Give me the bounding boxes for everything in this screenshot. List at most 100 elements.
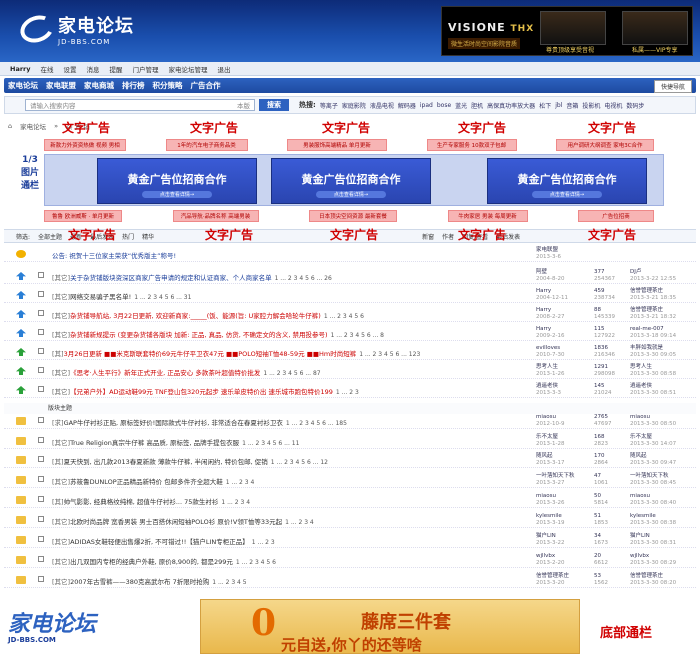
text-ad[interactable]: 文字广告 bbox=[458, 226, 506, 243]
username-link[interactable]: Harry bbox=[10, 65, 30, 73]
thread-title-text[interactable]: 出几双国内专柜的经典户外鞋, 原价8,900的, 都是299元 bbox=[70, 558, 233, 566]
thread-title-text[interactable]: ADIDAS女鞋轻便出售爆2折, 不可错过!!【猫户LIN专柜正品】 bbox=[70, 538, 249, 546]
thread-pages[interactable]: 1 ... 2 3 4 bbox=[221, 499, 250, 506]
thread-pages[interactable]: 1 ... 2 3 4 5 6 ... 11 bbox=[242, 440, 299, 447]
author-name[interactable]: 逍遥老侠 bbox=[536, 383, 558, 389]
last-post-date[interactable]: 2013-3-30 09:47 bbox=[630, 460, 676, 466]
red-ad[interactable]: 汽品导航·品牌名称 高端男装 bbox=[172, 210, 259, 222]
thread-author[interactable]: 思考人生 2013-1-26 bbox=[536, 364, 564, 378]
thread-author[interactable]: 信誉管理茶庄 2013-3-20 bbox=[536, 573, 569, 587]
thread-title-text[interactable]: 公告: 祝贺十三位家主荣获“优秀版主”称号! bbox=[52, 252, 176, 260]
thread-tag[interactable]: [其它] bbox=[52, 578, 70, 586]
thread-pages[interactable]: 1 ... 2 3 4 5 6 ... 12 bbox=[271, 459, 328, 466]
thread-pages[interactable]: 1 ... 2 3 4 5 6 bbox=[324, 313, 364, 320]
hot-keyword[interactable]: 数码步 bbox=[626, 101, 644, 110]
last-poster[interactable]: 丰胖如我就是 bbox=[630, 345, 663, 351]
row-checkbox[interactable] bbox=[38, 367, 44, 373]
thread-row[interactable]: [其]夏天快到, 出几款2013春夏新款 薄款牛仔裤, 半闲闲约, 特价包邮, … bbox=[4, 452, 696, 468]
thread-title[interactable]: [其]帅气影影, 经典格纹纯棉, 超值牛仔衬衫... 75款生衬衫 1 ... 2… bbox=[52, 496, 250, 506]
nav-points[interactable]: 积分策略 bbox=[153, 80, 183, 91]
text-ad[interactable]: 文字广告 bbox=[68, 226, 116, 243]
thread-tag[interactable]: [其] bbox=[52, 350, 64, 358]
thread-row[interactable]: [其它]苏筱鲁DUNLOP正品精品新特价 包邮多件齐全超大鞋 1 ... 2 3 … bbox=[4, 472, 696, 488]
last-poster[interactable]: wjllvbx bbox=[630, 553, 649, 559]
thread-row[interactable]: [求]GAP牛仔衬衫正贴, 原标签好价!国际款式牛仔衬衫, 非常适合在春夏衬衫卫… bbox=[4, 413, 696, 429]
thread-author[interactable]: Harry 2008-2-27 bbox=[536, 307, 564, 321]
hot-keyword[interactable]: 解码器 bbox=[398, 101, 416, 110]
row-checkbox[interactable] bbox=[38, 556, 44, 562]
author-name[interactable]: evilloves bbox=[536, 345, 560, 351]
last-poster[interactable]: real-me-007 bbox=[630, 326, 664, 332]
last-poster[interactable]: 逍遥老侠 bbox=[630, 383, 652, 389]
thread-title-text[interactable]: 苏筱鲁DUNLOP正品精品新特价 包邮多件齐全超大鞋 bbox=[70, 478, 223, 486]
thread-title-text[interactable]: 2007年古雪裤——380克高武尔布 7折限时抢购 bbox=[70, 578, 209, 586]
hot-keyword[interactable]: 电视机 bbox=[604, 101, 622, 110]
last-post[interactable]: 随风起 2013-3-30 09:47 bbox=[630, 453, 676, 467]
thread-title-text[interactable]: 《思考·人生平行》新年正式开业, 正品安心 多款茶叶超值特价批发 bbox=[70, 369, 260, 377]
thread-row[interactable]: [其它]杂货铺导航站, 3月22日更新, 欢迎新商家:_____(饭、能源(旨:… bbox=[4, 306, 696, 322]
search-scope-select[interactable]: 本版 bbox=[237, 100, 250, 110]
hot-keyword[interactable]: 液晶电视 bbox=[370, 101, 394, 110]
thread-title[interactable]: [其它]出几双国内专柜的经典户外鞋, 原价8,900的, 都是299元 1 ...… bbox=[52, 556, 276, 566]
last-poster[interactable]: kylesmile bbox=[630, 513, 656, 519]
author-name[interactable]: 思考人生 bbox=[536, 364, 558, 370]
red-ad[interactable]: 生产专家服务 10款双子包邮 bbox=[426, 139, 517, 151]
thread-title[interactable]: [其它]True Religion真宗牛仔裤 高品质, 原标签, 品牌手提包衣服… bbox=[52, 437, 299, 447]
thread-tag[interactable]: [其它] bbox=[52, 293, 70, 301]
last-poster[interactable]: 乐不太屋 bbox=[630, 434, 652, 440]
thread-author[interactable]: 乐不太屋 2013-1-28 bbox=[536, 434, 564, 448]
filter-hot[interactable]: 热门 bbox=[122, 232, 134, 241]
thread-row[interactable]: 公告: 祝贺十三位家主荣获“优秀版主”称号! 家电联盟 2013-3-6 bbox=[4, 246, 696, 262]
crumb-forum[interactable]: 家电论坛 bbox=[20, 121, 46, 131]
quick-nav-button[interactable]: 快捷导航 bbox=[653, 80, 692, 93]
red-ad[interactable]: 鲁鲁 欧洲威斯 · 单月更新 bbox=[44, 210, 122, 222]
thread-author[interactable]: Harry 2004-12-11 bbox=[536, 288, 568, 302]
thread-title[interactable]: [其]夏天快到, 出几款2013春夏新款 薄款牛仔裤, 半闲闲约, 特价包邮, … bbox=[52, 456, 328, 466]
thread-pages[interactable]: 1 ... 2 3 4 5 6 ... 123 bbox=[359, 351, 420, 358]
gold-ad[interactable]: 黄金广告位招商合作 点击查看详情→ bbox=[487, 158, 647, 204]
nav-forum[interactable]: 家电论坛 bbox=[8, 80, 38, 91]
thread-pages[interactable]: 1 ... 2 3 4 bbox=[285, 519, 314, 526]
thread-title[interactable]: [其它]ADIDAS女鞋轻便出售爆2折, 不可错过!!【猫户LIN专柜正品】 1 … bbox=[52, 536, 275, 546]
hot-keyword[interactable]: 投影机 bbox=[582, 101, 600, 110]
thread-title-text[interactable]: 网络交易骗子黑名单! bbox=[70, 293, 131, 301]
search-button[interactable]: 搜索 bbox=[259, 99, 289, 111]
red-ad[interactable]: 用户调研大纲调查 家电3C合作 bbox=[556, 139, 654, 151]
thread-pages[interactable]: 1 ... 2 3 4 5 6 ... 26 bbox=[275, 275, 332, 282]
thread-author[interactable]: 家电联盟 2013-3-6 bbox=[536, 247, 561, 261]
thread-tag[interactable]: [其它] bbox=[52, 312, 70, 320]
text-ad[interactable]: 文字广告 bbox=[588, 119, 636, 136]
last-post[interactable]: 思考人生 2013-3-30 08:58 bbox=[630, 364, 676, 378]
author-name[interactable]: Harry bbox=[536, 326, 551, 332]
row-checkbox[interactable] bbox=[38, 516, 44, 522]
thread-title-text[interactable]: True Religion真宗牛仔裤 高品质, 原标签, 品牌手提包衣服 bbox=[70, 439, 239, 447]
thread-row[interactable]: [其它]杂货铺新规提示 (变更杂货铺各版块 加新: 正品, 真品, 仿货, 不确… bbox=[4, 325, 696, 341]
last-post[interactable]: 乐不太屋 2013-3-30 14:07 bbox=[630, 434, 676, 448]
userbar-portal-admin[interactable]: 门户管理 bbox=[132, 64, 158, 74]
last-poster[interactable]: miaosu bbox=[630, 414, 650, 420]
gold-ad[interactable]: 黄金广告位招商合作 点击查看详情→ bbox=[97, 158, 257, 204]
thread-title[interactable]: [其它]杂货铺导航站, 3月22日更新, 欢迎新商家:_____(饭、能源(旨:… bbox=[52, 310, 364, 320]
thread-title-text[interactable]: 关于杂货铺版块资深区商家广告申请的规定和认证商家、个人商家名单 bbox=[70, 274, 272, 282]
thread-author[interactable]: miaosu 2013-3-26 bbox=[536, 493, 564, 507]
userbar-reminders[interactable]: 提醒 bbox=[109, 64, 122, 74]
gold-ad-link[interactable]: 点击查看详情→ bbox=[316, 191, 386, 198]
last-post[interactable]: 逍遥老侠 2013-3-30 08:51 bbox=[630, 383, 676, 397]
thread-pages[interactable]: 1 ... 2 3 4 5 6 ... 185 bbox=[286, 420, 347, 427]
bottom-promo[interactable]: 0 藤席三件套 元自送,你丫的还等啥 bbox=[200, 599, 580, 654]
userbar-online[interactable]: 在线 bbox=[40, 64, 53, 74]
thread-pages[interactable]: 1 ... 2 3 4 bbox=[226, 479, 255, 486]
last-post[interactable]: miaosu 2013-3-30 08:40 bbox=[630, 493, 676, 507]
thread-tag[interactable]: [其] bbox=[52, 458, 64, 466]
text-ad[interactable]: 文字广告 bbox=[330, 226, 378, 243]
text-ad[interactable]: 文字广告 bbox=[588, 226, 636, 243]
author-name[interactable]: 乐不太屋 bbox=[536, 434, 558, 440]
last-post-date[interactable]: 2013-3-30 08:38 bbox=[630, 520, 676, 526]
row-checkbox[interactable] bbox=[38, 310, 44, 316]
last-post-date[interactable]: 2013-3-30 09:05 bbox=[630, 352, 676, 358]
hot-keyword[interactable]: jbl bbox=[555, 102, 562, 109]
thread-pages[interactable]: 1 ... 2 3 bbox=[252, 539, 275, 546]
thread-title[interactable]: [其它]《思考·人生平行》新年正式开业, 正品安心 多款茶叶超值特价批发 1 ..… bbox=[52, 367, 321, 377]
row-checkbox[interactable] bbox=[38, 437, 44, 443]
row-checkbox[interactable] bbox=[38, 536, 44, 542]
